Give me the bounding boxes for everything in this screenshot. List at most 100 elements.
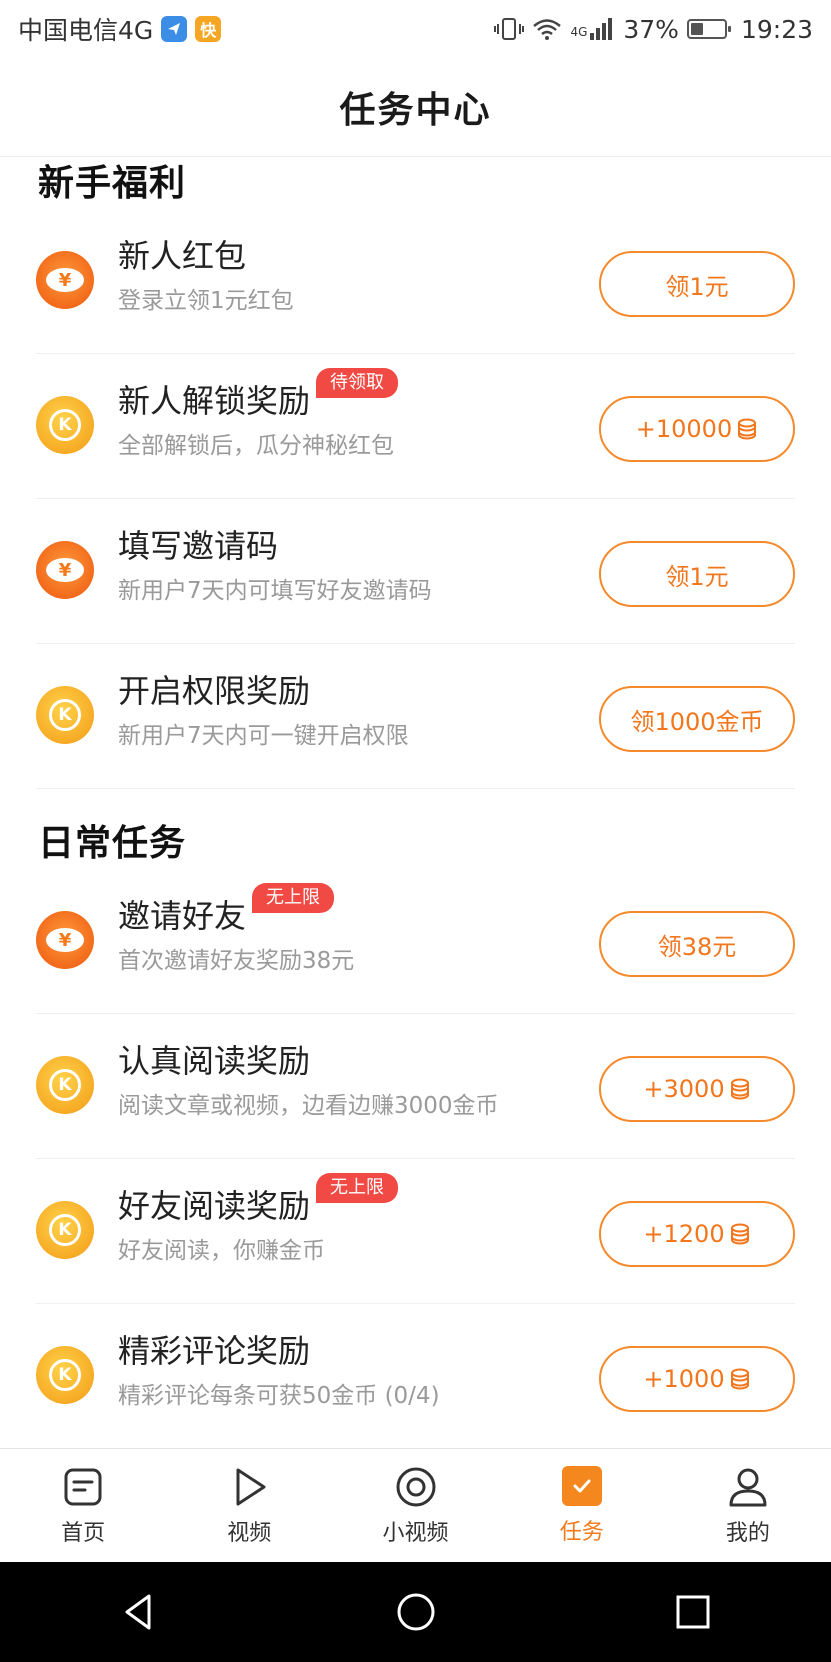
- task-title: 新人红包: [118, 237, 247, 275]
- task-desc: 好友阅读，你赚金币: [118, 1238, 325, 1264]
- task-list-newbie: ¥ 新人红包 登录立领1元红包 领1元 K 新人解锁奖励 待领取 全部解锁后，瓜分神秘红包 +1…: [0, 209, 831, 789]
- task-row[interactable]: K 好友阅读奖励 无上限好友阅读，你赚金币 +1200: [36, 1159, 795, 1304]
- task-row[interactable]: K 认真阅读奖励阅读文章或视频，边看边赚3000金币 +3000: [36, 1014, 795, 1159]
- recents-square-icon[interactable]: [673, 1592, 713, 1632]
- task-reward-label: +1000: [643, 1365, 725, 1393]
- notification-app-icon: [161, 16, 188, 42]
- status-bar: 中国电信4G 快 4G 37% 19:23: [0, 0, 831, 58]
- red-envelope-icon: ¥: [36, 911, 94, 969]
- nav-item-video[interactable]: 视频: [166, 1449, 332, 1563]
- system-nav-bar: [0, 1562, 831, 1662]
- task-text: 新人红包登录立领1元红包: [118, 233, 294, 317]
- red-envelope-icon: ¥: [36, 541, 94, 599]
- task-reward-button[interactable]: +1200: [599, 1201, 795, 1267]
- coin-stack-icon: [730, 1368, 749, 1390]
- coin-k-mark: K: [49, 699, 81, 731]
- bottom-nav: 首页 视频 小视频 任务 我的: [0, 1448, 831, 1563]
- task-desc: 阅读文章或视频，边看边赚3000金币: [118, 1093, 499, 1119]
- task-text: 开启权限奖励新用户7天内可一键开启权限: [118, 668, 409, 752]
- task-row[interactable]: K 精彩评论奖励 精彩评论每条可获50金币 (0/4) +1000: [36, 1304, 795, 1448]
- task-text: 新人解锁奖励 待领取全部解锁后，瓜分神秘红包: [118, 368, 399, 462]
- gold-coin-icon: K: [36, 396, 94, 454]
- task-desc: 新用户7天内可一键开启权限: [118, 723, 409, 749]
- network-type-label: 4G: [570, 24, 588, 39]
- task-title: 填写邀请码: [118, 527, 279, 565]
- task-tag: 无上限: [252, 883, 335, 913]
- task-row[interactable]: ¥ 填写邀请码新用户7天内可填写好友邀请码 领1元: [36, 499, 795, 644]
- profile-icon: [729, 1468, 767, 1507]
- task-desc: 精彩评论每条可获50金币 (0/4): [118, 1383, 440, 1409]
- task-desc: 首次邀请好友奖励38元: [118, 948, 355, 974]
- task-reward-label: 领1000金币: [630, 707, 764, 736]
- task-title: 认真阅读奖励: [118, 1042, 311, 1080]
- task-desc: 登录立领1元红包: [118, 288, 294, 314]
- task-text: 认真阅读奖励阅读文章或视频，边看边赚3000金币: [118, 1038, 499, 1122]
- coin-stack-icon: [738, 418, 757, 440]
- vibrate-icon: [494, 18, 525, 40]
- gold-coin-icon: K: [36, 1056, 94, 1114]
- nav-item-mine[interactable]: 我的: [665, 1449, 831, 1563]
- task-text: 精彩评论奖励 精彩评论每条可获50金币 (0/4): [118, 1328, 440, 1412]
- nav-label-home: 首页: [61, 1521, 106, 1546]
- task-reward-button[interactable]: 领1元: [599, 251, 795, 317]
- task-reward-button[interactable]: 领38元: [599, 911, 795, 977]
- task-reward-label: +1200: [643, 1220, 725, 1248]
- task-reward-label: 领1元: [665, 562, 729, 591]
- play-icon: [236, 1468, 266, 1506]
- back-icon[interactable]: [119, 1592, 159, 1632]
- task-row[interactable]: K 开启权限奖励新用户7天内可一键开启权限 领1000金币: [36, 644, 795, 789]
- task-desc: 新用户7天内可填写好友邀请码: [118, 578, 432, 604]
- nav-label-tasks: 任务: [559, 1520, 604, 1545]
- section-title-daily: 日常任务: [38, 823, 187, 864]
- yuan-mark: ¥: [46, 268, 84, 292]
- yuan-mark: ¥: [46, 928, 84, 952]
- task-reward-button[interactable]: +10000: [599, 396, 795, 462]
- task-reward-button[interactable]: +3000: [599, 1056, 795, 1122]
- task-desc: 全部解锁后，瓜分神秘红包: [118, 433, 394, 459]
- signal-icon: [590, 18, 613, 40]
- kuai-app-icon: 快: [195, 16, 222, 42]
- circle-play-icon: [396, 1467, 435, 1507]
- page-title: 任务中心: [339, 90, 492, 131]
- task-title: 好友阅读奖励: [118, 1187, 311, 1225]
- task-text: 邀请好友 无上限首次邀请好友奖励38元: [118, 883, 355, 977]
- task-reward-button[interactable]: 领1元: [599, 541, 795, 607]
- task-reward-button[interactable]: 领1000金币: [599, 686, 795, 752]
- clock: 19:23: [740, 14, 813, 44]
- task-title: 邀请好友: [118, 897, 247, 935]
- nav-label-video: 视频: [227, 1521, 272, 1546]
- coin-k-mark: K: [49, 1359, 81, 1391]
- yuan-mark: ¥: [46, 558, 84, 582]
- gold-coin-icon: K: [36, 1201, 94, 1259]
- nav-item-tasks[interactable]: 任务: [499, 1449, 665, 1563]
- task-row[interactable]: K 新人解锁奖励 待领取全部解锁后，瓜分神秘红包 +10000: [36, 354, 795, 499]
- home-doc-icon: [64, 1468, 102, 1506]
- wifi-icon: [533, 19, 562, 40]
- task-title: 开启权限奖励: [118, 672, 311, 710]
- task-list-daily: ¥ 邀请好友 无上限 首次邀请好友奖励38元 领38元 K 认真阅读奖励 阅读文章或视频，边看…: [0, 869, 831, 1448]
- task-content[interactable]: 新手福利 ¥ 新人红包 登录立领1元红包 领1元 K 新人解锁奖励 待领取 全部解锁后，瓜分神…: [0, 157, 831, 1448]
- task-text: 填写邀请码新用户7天内可填写好友邀请码: [118, 523, 432, 607]
- home-circle-icon[interactable]: [396, 1592, 436, 1632]
- task-tag: 无上限: [316, 1173, 399, 1203]
- nav-item-short-video[interactable]: 小视频: [332, 1449, 498, 1563]
- nav-label-mine: 我的: [725, 1521, 770, 1546]
- section-title-newbie: 新手福利: [38, 163, 187, 204]
- task-row[interactable]: ¥ 新人红包登录立领1元红包 领1元: [36, 209, 795, 354]
- nav-item-home[interactable]: 首页: [0, 1449, 166, 1563]
- coin-stack-icon: [730, 1223, 749, 1245]
- coin-k-mark: K: [49, 1214, 81, 1246]
- task-tag: 待领取: [316, 368, 399, 398]
- task-reward-button[interactable]: +1000: [599, 1346, 795, 1412]
- battery-icon: [686, 19, 731, 39]
- coin-k-mark: K: [49, 1069, 81, 1101]
- task-reward-label: +10000: [635, 415, 733, 443]
- red-envelope-icon: ¥: [36, 251, 94, 309]
- nav-label-short-video: 小视频: [382, 1521, 449, 1546]
- task-row[interactable]: ¥ 邀请好友 无上限 首次邀请好友奖励38元 领38元: [36, 869, 795, 1014]
- task-title: 新人解锁奖励: [118, 382, 311, 420]
- task-reward-label: 领1元: [665, 272, 729, 301]
- task-check-icon: [561, 1466, 602, 1506]
- coin-stack-icon: [730, 1078, 749, 1100]
- task-reward-label: 领38元: [657, 932, 737, 961]
